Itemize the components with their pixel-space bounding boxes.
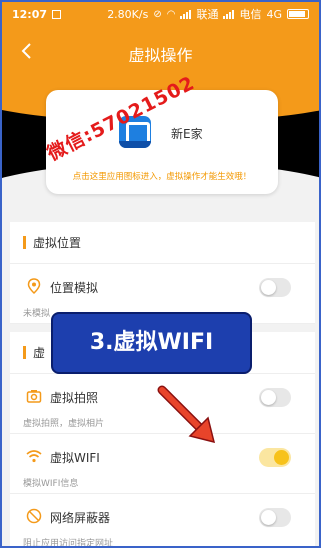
app-tip: 点击这里应用图标进入，虚拟操作才能生效哦！ [72,172,252,182]
camera-icon [26,390,42,403]
phone-screen: 12:07 2.80K/s ⊘ ◠ 联通 电信 4G 虚拟操作 新E家 点击这里… [0,0,321,548]
block-icon [26,508,42,524]
location-pin-icon [27,278,41,294]
location-toggle[interactable] [259,278,291,297]
row-label: 网络屏蔽器 [50,511,111,525]
app-name: 新E家 [171,127,203,141]
signal-icon [180,9,192,19]
step-banner: 3.虚拟WIFI [51,312,252,374]
row-subtitle: 阻止应用访问指定网址 [23,539,114,548]
row-label: 位置模拟 [50,281,99,295]
wifi-icon [26,450,42,463]
list-item-network-blocker[interactable]: 网络屏蔽器 阻止应用访问指定网址 [10,494,315,548]
notification-icon [52,9,62,19]
row-subtitle: 未模拟 [23,309,51,319]
row-subtitle: 模拟WIFI信息 [23,479,79,489]
status-bar: 12:07 2.80K/s ⊘ ◠ 联通 电信 4G [2,2,319,26]
section-title: 虚 [33,346,46,360]
status-right: 2.80K/s ⊘ ◠ 联通 电信 4G [107,6,309,22]
carrier-1: 联通 [196,8,219,21]
carrier-2: 电信 [239,8,262,21]
blocker-toggle[interactable] [259,508,291,527]
pointer-arrow-icon [157,385,216,444]
signal-icon-2 [223,9,235,19]
row-label: 虚拟WIFI [50,451,100,465]
row-subtitle: 虚拟拍照，虚拟相片 [23,419,105,429]
section-accent-bar [23,236,26,249]
section-header-location: 虚拟位置 [10,222,315,264]
row-label: 虚拟拍照 [50,391,99,405]
network-type: 4G [266,7,282,21]
photo-toggle[interactable] [259,388,291,407]
wifi-toggle[interactable] [259,448,291,467]
section-title: 虚拟位置 [33,236,82,250]
status-time: 12:07 [12,7,48,21]
network-speed: 2.80K/s [107,7,149,21]
wifi-status-icon: ◠ [166,8,176,20]
section-accent-bar [23,346,26,359]
battery-icon [287,9,309,19]
mute-icon: ⊘ [153,8,162,20]
